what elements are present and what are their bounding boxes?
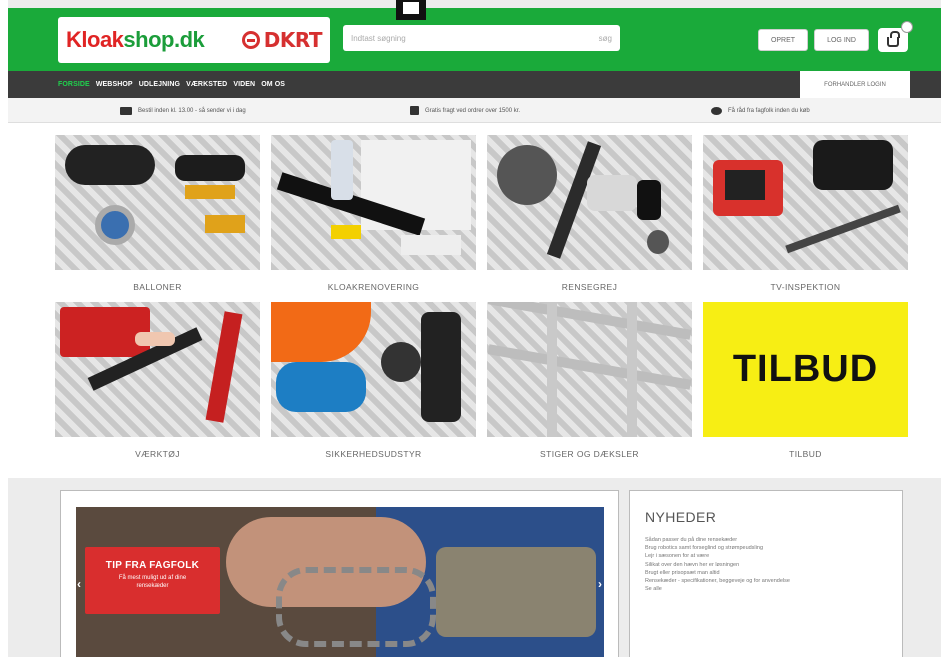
category-label[interactable]: TILBUD: [703, 449, 908, 459]
category-image[interactable]: [487, 135, 692, 270]
truck-icon: [120, 106, 132, 115]
category-label[interactable]: RENSEGREJ: [487, 282, 692, 292]
news-item[interactable]: Brug robotics samt forseglind og strømpe…: [645, 544, 887, 552]
login-button[interactable]: LOG IND: [814, 29, 869, 51]
category-tile-rensegrej[interactable]: RENSEGREJ: [487, 135, 692, 292]
usp-bar: Bestil inden kl. 13.00 - så sender vi i …: [8, 98, 941, 123]
category-tile-stiger-og-daeksler[interactable]: STIGER OG DÆKSLER: [487, 302, 692, 459]
nav-item-vaerksted[interactable]: VÆRKSTED: [186, 81, 227, 88]
search-icon[interactable]: søg: [599, 34, 612, 43]
window-frame-right: [941, 0, 949, 657]
category-tile-sikkerhedsudstyr[interactable]: SIKKERHEDSUDSTYR: [271, 302, 476, 459]
news-item[interactable]: Silikat over den hævn her er løsningen: [645, 561, 887, 569]
category-image[interactable]: [487, 302, 692, 437]
main-navigation: FORSIDE WEBSHOP UDLEJNING VÆRKSTED VIDEN…: [8, 71, 941, 98]
category-label[interactable]: VÆRKTØJ: [55, 449, 260, 459]
tips-slider: TIP FRA FAGFOLK Få mest muligt ud af din…: [60, 490, 619, 657]
tip-callout[interactable]: TIP FRA FAGFOLK Få mest muligt ud af din…: [85, 547, 220, 614]
slider-next-icon[interactable]: ›: [598, 577, 602, 591]
news-list: Sådan passer du på dine rensekæder Brug …: [645, 536, 887, 593]
category-grid: BALLONER KLOAKRENOVERING RENSEGREJ TV-IN…: [8, 123, 941, 478]
slider-prev-icon[interactable]: ‹: [77, 577, 81, 591]
dkrt-logo[interactable]: DKRT: [241, 28, 323, 52]
usp-item: Gratis fragt ved ordrer over 1500 kr.: [410, 98, 520, 123]
tilbud-banner[interactable]: TILBUD: [703, 302, 908, 437]
nav-item-forside[interactable]: FORSIDE: [58, 81, 90, 88]
category-image[interactable]: [271, 302, 476, 437]
dealer-login-tab[interactable]: FORHANDLER LOGIN: [800, 71, 910, 98]
news-panel: NYHEDER Sådan passer du på dine rensekæd…: [629, 490, 903, 657]
nav-item-webshop[interactable]: WEBSHOP: [96, 81, 133, 88]
slide-image[interactable]: TIP FRA FAGFOLK Få mest muligt ud af din…: [76, 507, 604, 657]
usp-item: Bestil inden kl. 13.00 - så sender vi i …: [120, 98, 246, 123]
create-account-button[interactable]: OPRET: [758, 29, 808, 51]
news-item[interactable]: Se alle: [645, 585, 887, 593]
news-item[interactable]: Rensekæder - specifikationer, beggeveje …: [645, 577, 887, 585]
search-bar[interactable]: søg: [343, 25, 620, 51]
tip-title: TIP FRA FAGFOLK: [105, 560, 200, 571]
chat-icon: [711, 106, 722, 115]
nav-item-udlejning[interactable]: UDLEJNING: [139, 81, 180, 88]
logo-area[interactable]: Kloakshop.dk DKRT: [58, 17, 330, 63]
category-label[interactable]: BALLONER: [55, 282, 260, 292]
content-area: TIP FRA FAGFOLK Få mest muligt ud af din…: [8, 478, 941, 657]
news-item[interactable]: Lejr i sæsonen for at være: [645, 552, 887, 560]
window-frame-left: [0, 0, 8, 657]
news-title: NYHEDER: [645, 509, 717, 525]
search-input[interactable]: [351, 33, 599, 43]
category-image[interactable]: [55, 135, 260, 270]
category-image[interactable]: [703, 135, 908, 270]
cart-count-badge: [901, 21, 913, 33]
tilbud-banner-text: TILBUD: [732, 348, 879, 390]
category-label[interactable]: SIKKERHEDSUDSTYR: [271, 449, 476, 459]
category-tile-kloakrenovering[interactable]: KLOAKRENOVERING: [271, 135, 476, 292]
news-item[interactable]: Brugt eller prisopsæt man altid: [645, 569, 887, 577]
gift-icon: [410, 106, 419, 115]
category-image[interactable]: [271, 135, 476, 270]
nav-item-viden[interactable]: VIDEN: [233, 81, 255, 88]
site-header: Kloakshop.dk DKRT søg OPRET LOG IND: [8, 8, 941, 71]
category-image[interactable]: [55, 302, 260, 437]
category-tile-vaerktoej[interactable]: VÆRKTØJ: [55, 302, 260, 459]
category-tile-tv-inspektion[interactable]: TV-INSPEKTION: [703, 135, 908, 292]
shopping-bag-icon: [887, 31, 900, 47]
tip-subtitle: Få mest muligt ud af dine rensekæder: [118, 575, 187, 589]
category-tile-balloner[interactable]: BALLONER: [55, 135, 260, 292]
nav-item-om-os[interactable]: OM OS: [261, 81, 285, 88]
category-tile-tilbud[interactable]: TILBUD TILBUD: [703, 302, 908, 459]
category-label[interactable]: KLOAKRENOVERING: [271, 282, 476, 292]
usp-item: Få råd fra fagfolk inden du køb: [711, 98, 810, 123]
category-label[interactable]: STIGER OG DÆKSLER: [487, 449, 692, 459]
news-item[interactable]: Sådan passer du på dine rensekæder: [645, 536, 887, 544]
dkrt-ring-icon: [241, 31, 260, 49]
cursor-marker: [396, 0, 426, 20]
category-label[interactable]: TV-INSPEKTION: [703, 282, 908, 292]
kloakshop-logo[interactable]: Kloakshop.dk: [66, 27, 205, 53]
